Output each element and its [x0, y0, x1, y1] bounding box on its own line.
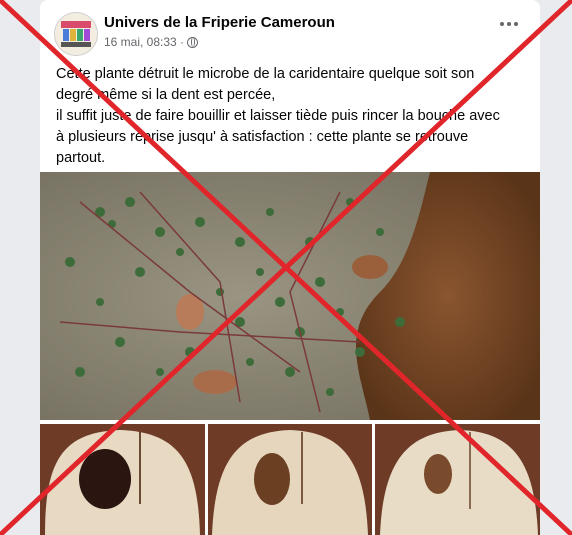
page-avatar[interactable]: [54, 12, 98, 56]
plant-photo[interactable]: [40, 172, 540, 420]
dot: [500, 22, 504, 26]
post-card: Univers de la Friperie Cameroun 16 mai, …: [40, 0, 540, 535]
dot: [507, 22, 511, 26]
post-text: Cette plante détruit le microbe de la ca…: [56, 64, 532, 169]
post-text-line: à plusieurs reprise jusqu' à satisfactio…: [56, 129, 469, 145]
post-text-line: partout.: [56, 150, 106, 166]
post-meta: 16 mai, 08:33 ·: [104, 35, 199, 49]
teeth-photo[interactable]: [40, 424, 540, 535]
post-timestamp[interactable]: 16 mai, 08:33 ·: [104, 35, 184, 49]
post-text-line: degré même si la dent est percée,: [56, 87, 276, 103]
dot: [514, 22, 518, 26]
more-options-button[interactable]: [500, 22, 518, 26]
post-text-line: Cette plante détruit le microbe de la ca…: [56, 66, 475, 82]
page-name[interactable]: Univers de la Friperie Cameroun: [104, 14, 335, 31]
post-text-line: il suffit juste de faire bouillir et lai…: [56, 108, 500, 124]
globe-icon: [187, 36, 199, 48]
